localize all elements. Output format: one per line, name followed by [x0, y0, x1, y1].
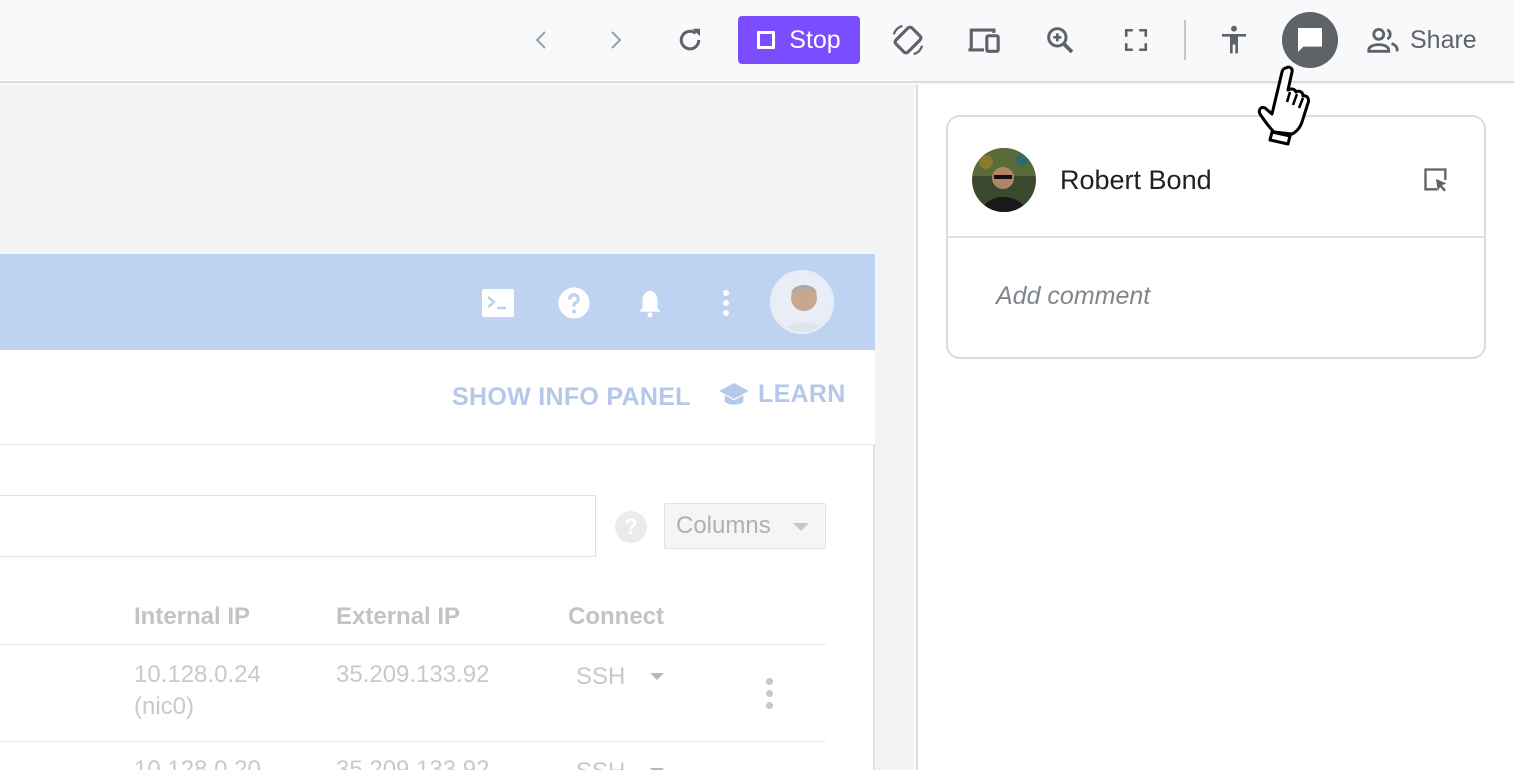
fullscreen-button[interactable] [1116, 20, 1156, 60]
select-element-button[interactable] [1422, 166, 1450, 194]
forward-button[interactable] [595, 20, 635, 60]
screen-rotation-icon [892, 24, 924, 56]
cell-external-ip[interactable]: 35.209.133.92 [336, 754, 489, 770]
columns-dropdown[interactable]: Columns [664, 503, 826, 549]
stop-square-icon [757, 31, 776, 49]
zoom-button[interactable] [1040, 20, 1080, 60]
help-icon [558, 287, 590, 319]
chevron-right-icon [611, 31, 622, 49]
devices-icon [968, 28, 1000, 53]
devices-button[interactable] [964, 20, 1004, 60]
columns-label: Columns [676, 512, 771, 539]
ssh-dropdown[interactable]: SSH [576, 661, 625, 693]
show-info-panel-button[interactable]: SHOW INFO PANEL [452, 383, 691, 412]
reload-button[interactable] [670, 20, 710, 60]
filter-input[interactable] [0, 495, 596, 557]
help-button[interactable] [556, 285, 592, 321]
cloud-shell-button[interactable] [480, 285, 516, 321]
add-comment-input[interactable]: Add comment [996, 282, 1150, 311]
cell-internal-ip: 10.128.0.24 [134, 661, 261, 688]
column-header-internal-ip[interactable]: Internal IP [134, 603, 250, 631]
notifications-button[interactable] [632, 285, 668, 321]
chevron-left-icon [535, 31, 546, 49]
stop-label: Stop [789, 25, 841, 54]
terminal-icon [482, 289, 514, 317]
zoom-in-icon [1047, 27, 1074, 54]
toolbar-divider [1184, 20, 1186, 60]
select-element-icon [1424, 168, 1447, 192]
column-header-external-ip[interactable]: External IP [336, 603, 460, 631]
learn-button[interactable]: LEARN [718, 380, 846, 409]
school-icon [719, 382, 749, 405]
learn-label: LEARN [758, 380, 846, 408]
table-row-divider [0, 741, 826, 742]
commenter-name: Robert Bond [1060, 165, 1212, 195]
more-options-button[interactable] [708, 285, 744, 321]
chevron-down-icon[interactable] [650, 673, 664, 680]
chevron-down-icon [793, 523, 809, 531]
share-button[interactable]: Share [1366, 20, 1477, 60]
row-menu-button[interactable] [766, 678, 774, 709]
filter-help-icon[interactable]: ? [615, 511, 647, 543]
cell-internal-ip: 10.128.0.20 [134, 756, 261, 770]
comment-card-divider [946, 236, 1486, 238]
fullscreen-icon [1124, 28, 1148, 52]
table-header-divider [0, 644, 826, 645]
stop-button[interactable]: Stop [738, 16, 860, 64]
avatar-photo [972, 148, 1036, 212]
column-header-connect[interactable]: Connect [568, 603, 664, 631]
accessibility-icon [1222, 25, 1246, 54]
accessibility-button[interactable] [1214, 20, 1254, 60]
bell-icon [640, 290, 660, 318]
account-avatar[interactable] [770, 270, 834, 334]
rotate-screen-button[interactable] [888, 20, 928, 60]
people-icon [1367, 27, 1399, 53]
share-label: Share [1410, 25, 1477, 54]
cell-nic: (nic0) [134, 693, 195, 720]
ssh-dropdown[interactable]: SSH [576, 756, 625, 770]
commenter-avatar [972, 148, 1036, 212]
back-button[interactable] [522, 20, 562, 60]
screen: Stop Share SHOW INFO PANEL LEARN ? Colum… [0, 0, 1514, 770]
comments-button[interactable] [1282, 12, 1338, 68]
reload-icon [679, 28, 701, 51]
comment-icon [1298, 28, 1322, 52]
kebab-menu-icon [723, 290, 729, 316]
cell-external-ip[interactable]: 35.209.133.92 [336, 659, 489, 691]
